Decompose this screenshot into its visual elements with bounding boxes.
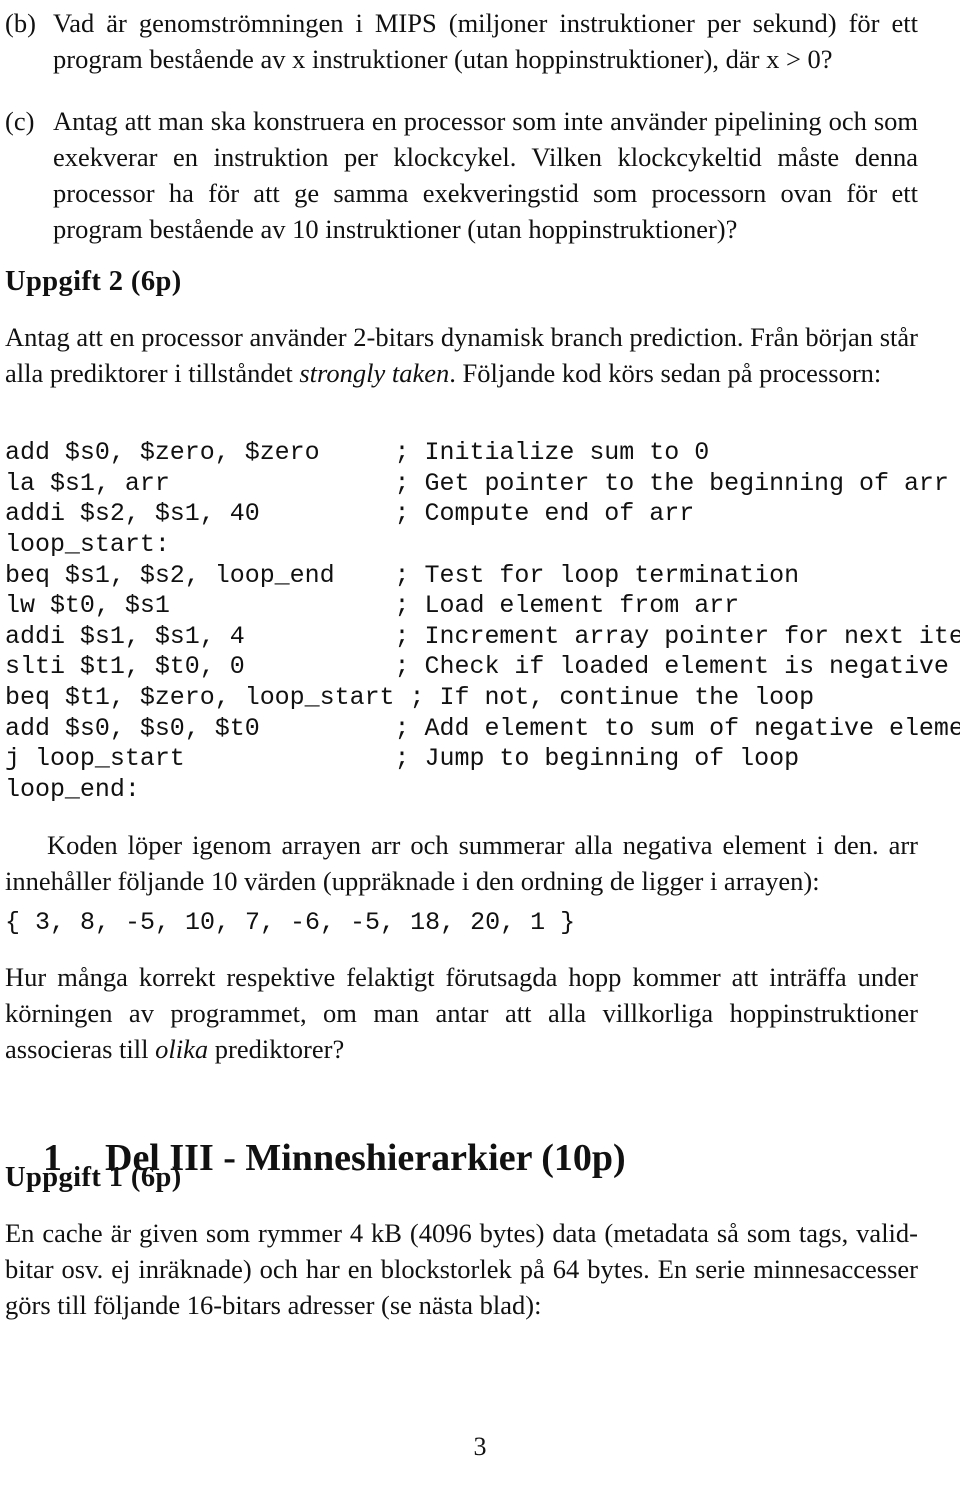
question-marker-c: (c) bbox=[5, 105, 35, 136]
question-item-b: (b) Vad är genomströmningen i MIPS (milj… bbox=[5, 6, 918, 78]
question-text-c: Antag att man ska konstruera en processo… bbox=[53, 105, 918, 244]
section-heading: 1 Del III - Minneshierarkier (10p) bbox=[5, 1092, 918, 1224]
uppgift-1-text: En cache är given som rymmer 4 kB (4096 … bbox=[5, 1218, 918, 1320]
uppgift-1-heading: Uppgift 1 (6p) bbox=[5, 1162, 182, 1193]
uppgift-2-heading: Uppgift 2 (6p) bbox=[5, 266, 182, 297]
uppgift-2-intro: Antag att en processor använder 2-bitars… bbox=[5, 320, 918, 392]
uppgift-2-question: Hur många korrekt respektive felaktigt f… bbox=[5, 960, 918, 1068]
question-text-b: Vad är genomströmningen i MIPS (miljoner… bbox=[53, 8, 918, 74]
array-description-paragraph: Koden löper igenom arrayen arr och summe… bbox=[5, 830, 918, 896]
intro-text-part-2: . Följande kod körs sedan på processorn: bbox=[449, 357, 882, 388]
question-marker-b: (b) bbox=[5, 8, 36, 38]
question-text-part-2: prediktorer? bbox=[208, 1033, 345, 1064]
document-page: (b) Vad är genomströmningen i MIPS (milj… bbox=[0, 0, 960, 1489]
array-values-literal: { 3, 8, -5, 10, 7, -6, -5, 18, 20, 1 } bbox=[5, 908, 576, 937]
question-text-part-1: Hur många korrekt respektive felaktigt f… bbox=[5, 962, 918, 1064]
mips-code-block: add $s0, $zero, $zero ; Initialize sum t… bbox=[5, 438, 960, 804]
intro-italic-strongly-taken: strongly taken bbox=[299, 357, 450, 388]
question-italic-olika: olika bbox=[155, 1033, 209, 1064]
question-item-c: (c) Antag att man ska konstruera en proc… bbox=[5, 104, 918, 248]
question-list: (b) Vad är genomströmningen i MIPS (milj… bbox=[5, 6, 918, 247]
page-number: 3 bbox=[473, 1432, 487, 1461]
